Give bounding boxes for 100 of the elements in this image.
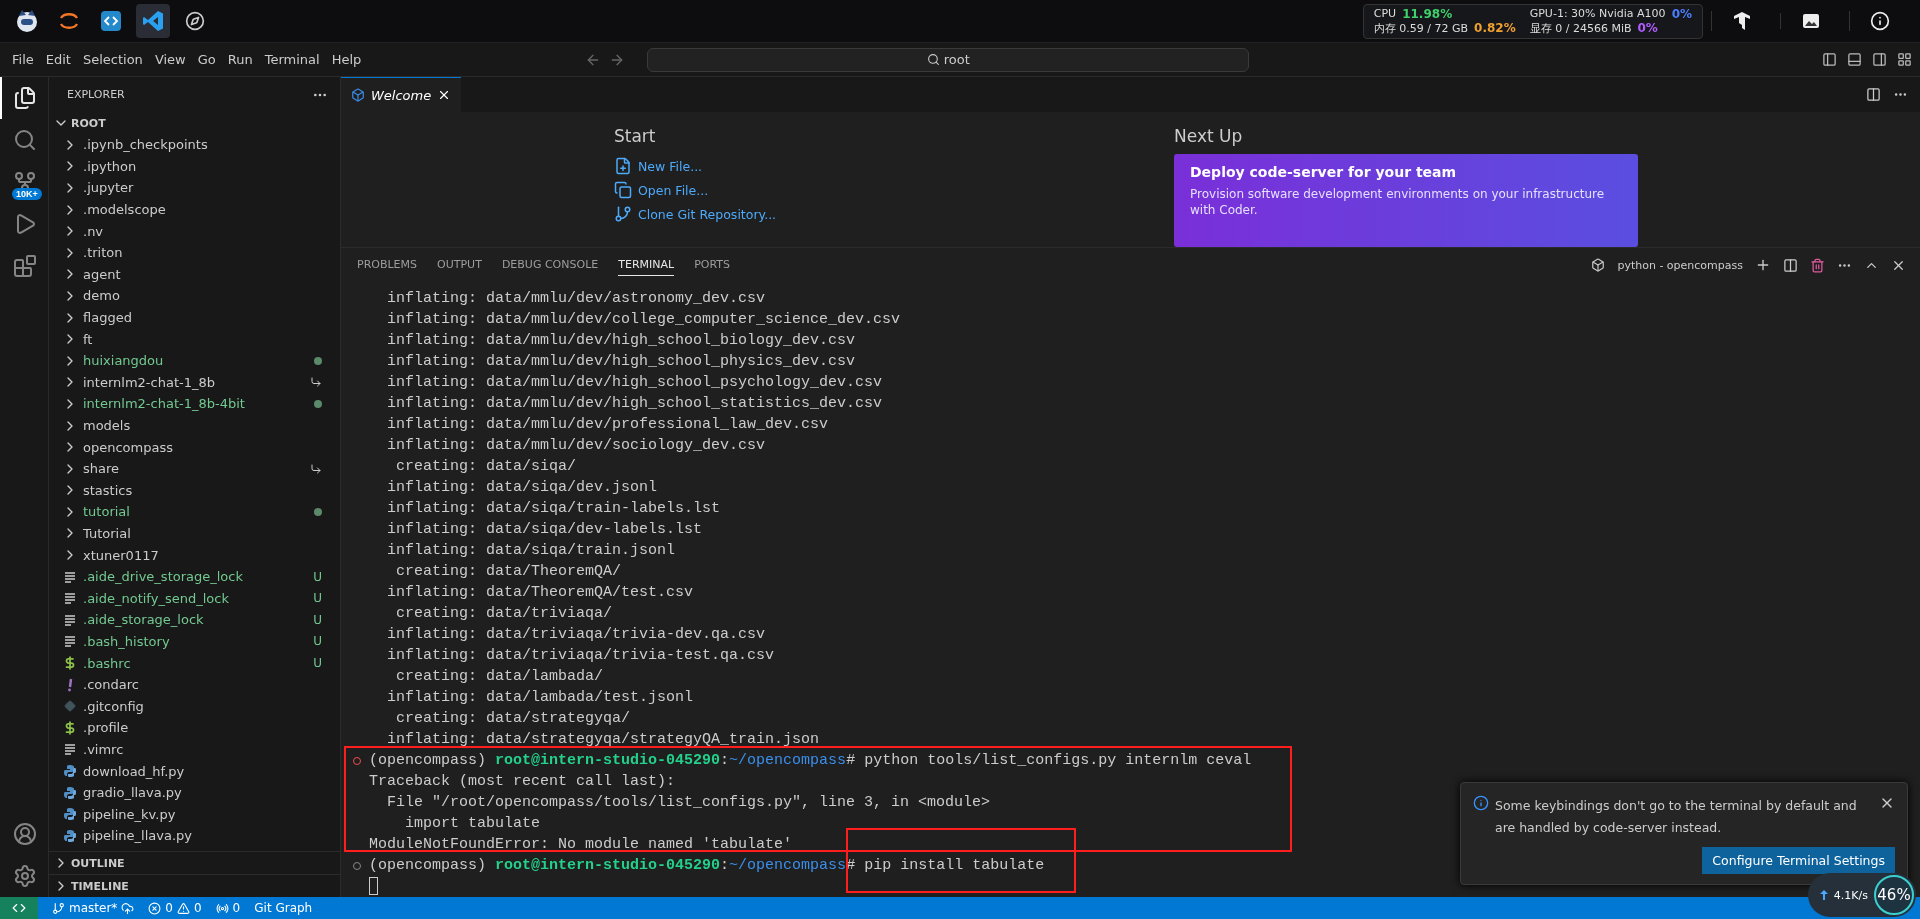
terminal-line: inflating: data/siqa/dev.jsonl bbox=[386, 478, 658, 498]
menu-item[interactable]: File bbox=[6, 52, 40, 67]
editor-tab[interactable]: Welcome bbox=[341, 76, 462, 113]
terminal-line: inflating: data/siqa/dev-labels.lst bbox=[386, 520, 703, 540]
file-tree-item[interactable]: .ipython bbox=[83, 158, 322, 174]
terminal-line: inflating: data/triviaqa/trivia-test.qa.csv bbox=[386, 646, 775, 666]
cloud-sync-icon bbox=[121, 901, 135, 915]
menu-item[interactable]: Help bbox=[325, 52, 368, 67]
remote-button[interactable] bbox=[0, 897, 38, 919]
file-tree-item[interactable]: flagged bbox=[83, 310, 322, 326]
code-icon bbox=[100, 10, 122, 32]
file-tree-item[interactable]: .vimrc bbox=[83, 741, 322, 757]
git-status: U bbox=[313, 656, 322, 671]
file-tree-item[interactable]: .condarc bbox=[83, 677, 322, 693]
problems-status[interactable]: 0 0 bbox=[148, 901, 202, 915]
terminal-line: import tabulate bbox=[404, 814, 541, 834]
search-field[interactable]: root bbox=[647, 47, 1250, 72]
file-tree-item[interactable]: download_hf.py bbox=[83, 763, 322, 779]
stat-value: 0% bbox=[1637, 20, 1658, 36]
terminal-line: inflating: data/TheoremQA/test.csv bbox=[386, 583, 694, 603]
terminal-line: inflating: data/siqa/train.jsonl bbox=[386, 541, 676, 561]
promo-card[interactable]: Deploy code-server for your team Provision software development environments on your infrastructure with Coder. bbox=[1174, 154, 1638, 247]
terminal-line: inflating: data/strategyqa/strategyQA_train.json bbox=[386, 730, 820, 750]
menu-item[interactable]: View bbox=[148, 52, 192, 67]
sidebar-toggle-icon[interactable] bbox=[1822, 52, 1837, 67]
ports-status[interactable]: 0 bbox=[215, 901, 241, 915]
file-tree-item[interactable]: stastics bbox=[83, 482, 322, 498]
terminal-line: inflating: data/lambada/test.jsonl bbox=[386, 688, 694, 708]
trash-icon[interactable] bbox=[1810, 257, 1825, 273]
layout-icon[interactable] bbox=[1897, 52, 1912, 67]
activity-button[interactable]: 10K+ bbox=[0, 161, 48, 203]
panel-toggle-icon[interactable] bbox=[1847, 52, 1862, 67]
secondary-sidebar-icon[interactable] bbox=[1872, 52, 1887, 67]
terminal-line: inflating: data/mmlu/dev/professional_law_dev.csv bbox=[386, 415, 829, 435]
file-tree-item[interactable]: xtuner0117 bbox=[83, 547, 322, 563]
git-graph-status[interactable]: Git Graph bbox=[254, 901, 313, 915]
file-tree-item[interactable]: .bashrc bbox=[83, 655, 310, 671]
stat-label: 显存 0 / 24566 MiB bbox=[1529, 20, 1632, 36]
file-tree-item[interactable]: .triton bbox=[83, 245, 322, 261]
panel-tab[interactable]: DEBUG CONSOLE bbox=[501, 254, 599, 276]
file-tree-item[interactable]: pipeline_kv.py bbox=[83, 806, 322, 822]
file-tree-item[interactable]: internlm2-chat-1_8b-4bit bbox=[83, 396, 310, 412]
add-icon[interactable] bbox=[1755, 257, 1771, 273]
menu-item[interactable]: Run bbox=[221, 52, 259, 67]
file-tree-item[interactable]: pipeline_llava.py bbox=[83, 828, 322, 844]
start-link[interactable]: Clone Git Repository... bbox=[614, 202, 1174, 226]
file-tree-item[interactable]: ft bbox=[83, 331, 322, 347]
section-heading: Start bbox=[614, 126, 657, 146]
file-tree-item[interactable]: models bbox=[83, 418, 322, 433]
tensor-logo-icon[interactable] bbox=[1733, 11, 1751, 31]
start-link[interactable]: New File... bbox=[614, 154, 1174, 178]
file-tree-item[interactable]: .gitconfig bbox=[83, 698, 322, 714]
folder-root[interactable]: ROOT bbox=[71, 116, 106, 130]
warning-icon bbox=[176, 901, 190, 915]
terminal-name[interactable]: python - opencompass bbox=[1617, 258, 1743, 272]
split-editor-icon[interactable] bbox=[1866, 87, 1881, 102]
file-tree-item[interactable]: demo bbox=[83, 288, 322, 304]
panel-tab[interactable]: PROBLEMS bbox=[357, 254, 418, 276]
file-tree-item[interactable]: opencompass bbox=[83, 439, 322, 455]
image-icon[interactable] bbox=[1802, 13, 1820, 29]
panel-tab[interactable]: OUTPUT bbox=[437, 254, 482, 276]
terminal-line: creating: data/triviaqa/ bbox=[395, 604, 613, 624]
split-icon[interactable] bbox=[1783, 257, 1798, 273]
files-icon bbox=[13, 86, 37, 110]
file-tree-item[interactable]: internlm2-chat-1_8b bbox=[83, 374, 306, 390]
terminal-prompt-line: (opencompass) root@intern-studio-045290:~/opencompass# python tools/list_configs.py internlm ceval bbox=[369, 751, 1252, 771]
file-tree-item[interactable]: tutorial bbox=[83, 504, 310, 520]
file-tree-item[interactable]: agent bbox=[83, 266, 322, 282]
upload-speed: 4.1K/s bbox=[1833, 888, 1868, 902]
python-icon bbox=[63, 764, 77, 778]
start-link[interactable]: Open File... bbox=[614, 178, 1174, 202]
panel-tab[interactable]: PORTS bbox=[694, 254, 730, 276]
branch-status[interactable]: master* bbox=[52, 901, 135, 915]
file-tree-item[interactable]: .jupyter bbox=[83, 180, 322, 196]
section-header[interactable]: TIMELINE bbox=[71, 879, 129, 893]
menu-item[interactable]: Terminal bbox=[258, 52, 326, 67]
menu-item[interactable]: Edit bbox=[39, 52, 77, 67]
file-tree-item[interactable]: .aide_drive_storage_lock bbox=[83, 569, 310, 585]
file-tree-item[interactable]: gradio_llava.py bbox=[83, 785, 322, 801]
file-tree-item[interactable]: .aide_notify_send_lock bbox=[83, 590, 310, 606]
account-icon bbox=[13, 822, 37, 846]
menu-item[interactable]: Selection bbox=[76, 52, 149, 67]
file-tree-item[interactable]: .bash_history bbox=[83, 633, 310, 649]
section-header[interactable]: OUTLINE bbox=[71, 856, 125, 870]
file-tree-item[interactable]: .nv bbox=[83, 223, 322, 239]
file-tree-item[interactable]: share bbox=[83, 461, 306, 477]
terminal-line: File "/root/opencompass/tools/list_configs.py", line 3, in <module> bbox=[386, 793, 991, 813]
search-icon bbox=[926, 53, 940, 66]
configure-button[interactable]: Configure Terminal Settings bbox=[1702, 847, 1895, 874]
file-tree-item[interactable]: huixiangdou bbox=[83, 353, 310, 369]
file-tree-item[interactable]: .ipynb_checkpoints bbox=[83, 137, 322, 153]
file-tree-item[interactable]: .profile bbox=[83, 720, 322, 736]
panel-tab[interactable]: TERMINAL bbox=[618, 254, 675, 276]
menu-item[interactable]: Go bbox=[191, 52, 222, 67]
stat-value: 11.98% bbox=[1402, 6, 1453, 21]
file-tree-item[interactable]: .modelscope bbox=[83, 202, 322, 218]
info-icon[interactable] bbox=[1870, 11, 1890, 31]
lines-icon bbox=[64, 635, 76, 648]
file-tree-item[interactable]: .aide_storage_lock bbox=[83, 612, 310, 628]
file-tree-item[interactable]: Tutorial bbox=[83, 526, 322, 541]
